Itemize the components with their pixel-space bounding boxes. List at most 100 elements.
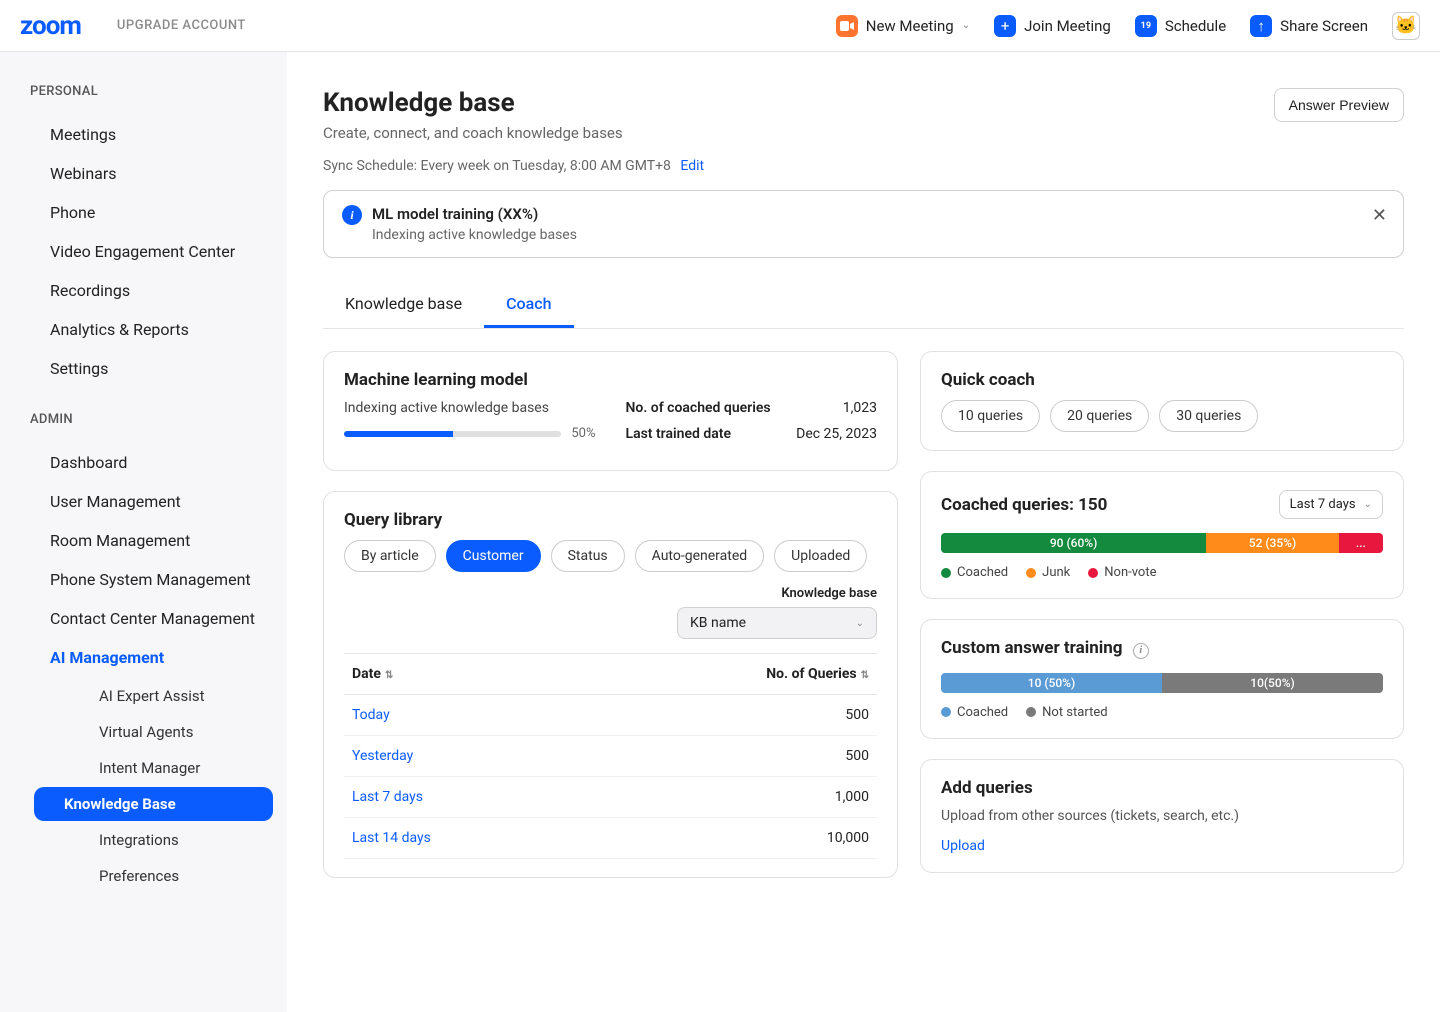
schedule-button[interactable]: 19 Schedule bbox=[1135, 15, 1226, 37]
sidebar-item-settings[interactable]: Settings bbox=[0, 349, 287, 388]
progress-pct: 50% bbox=[571, 426, 595, 441]
query-library-card: Query library By article Customer Status… bbox=[323, 491, 898, 878]
coached-stacked-bar: 90 (60%) 52 (35%) ... bbox=[941, 533, 1383, 553]
sidebar-item-video-engagement[interactable]: Video Engagement Center bbox=[0, 232, 287, 271]
answer-preview-button[interactable]: Answer Preview bbox=[1274, 88, 1404, 122]
chevron-down-icon: ⌄ bbox=[856, 618, 864, 629]
sidebar-subitem-integrations[interactable]: Integrations bbox=[34, 823, 273, 857]
seg-junk: 52 (35%) bbox=[1206, 533, 1339, 553]
sidebar-item-user-management[interactable]: User Management bbox=[0, 482, 287, 521]
chevron-down-icon: ⌄ bbox=[962, 20, 970, 31]
dot-icon bbox=[1026, 568, 1036, 578]
sidebar-subitem-ai-expert[interactable]: AI Expert Assist bbox=[34, 679, 273, 713]
custom-answer-card: Custom answer training i 10 (50%) 10(50%… bbox=[920, 619, 1404, 739]
sidebar-subitem-virtual-agents[interactable]: Virtual Agents bbox=[34, 715, 273, 749]
coached-queries-card: Coached queries: 150 Last 7 days ⌄ 90 (6… bbox=[920, 471, 1404, 599]
ml-card-title: Machine learning model bbox=[344, 370, 877, 390]
query-table: Date⇅ No. of Queries⇅ Today500 Yesterday… bbox=[344, 653, 877, 859]
share-screen-button[interactable]: ↑ Share Screen bbox=[1250, 15, 1368, 37]
filter-auto-generated[interactable]: Auto-generated bbox=[635, 540, 765, 572]
filter-status[interactable]: Status bbox=[551, 540, 625, 572]
sidebar-item-room-management[interactable]: Room Management bbox=[0, 521, 287, 560]
col-date[interactable]: Date⇅ bbox=[344, 654, 581, 695]
alert-sub: Indexing active knowledge bases bbox=[372, 227, 577, 243]
col-queries[interactable]: No. of Queries⇅ bbox=[581, 654, 877, 695]
query-lib-filters: By article Customer Status Auto-generate… bbox=[344, 540, 877, 572]
ml-model-card: Machine learning model Indexing active k… bbox=[323, 351, 898, 471]
upgrade-account-link[interactable]: UPGRADE ACCOUNT bbox=[117, 18, 246, 33]
dot-icon bbox=[1088, 568, 1098, 578]
table-row: Yesterday500 bbox=[344, 736, 877, 777]
up-arrow-icon: ↑ bbox=[1250, 15, 1272, 37]
sidebar-subitem-knowledge-base[interactable]: Knowledge Base bbox=[34, 787, 273, 821]
sidebar-section-personal: PERSONAL bbox=[0, 76, 287, 115]
row-date-link[interactable]: Last 14 days bbox=[352, 830, 431, 846]
seg-coached: 10 (50%) bbox=[941, 673, 1162, 693]
page-subtitle: Create, connect, and coach knowledge bas… bbox=[323, 124, 623, 142]
add-queries-card: Add queries Upload from other sources (t… bbox=[920, 759, 1404, 873]
info-icon[interactable]: i bbox=[1133, 643, 1149, 659]
custom-stacked-bar: 10 (50%) 10(50%) bbox=[941, 673, 1383, 693]
table-row: Today500 bbox=[344, 695, 877, 736]
sidebar-item-webinars[interactable]: Webinars bbox=[0, 154, 287, 193]
row-date-link[interactable]: Today bbox=[352, 707, 390, 723]
query-lib-title: Query library bbox=[344, 510, 877, 530]
topbar: zoom UPGRADE ACCOUNT New Meeting ⌄ + Joi… bbox=[0, 0, 1440, 52]
quick-coach-title: Quick coach bbox=[941, 370, 1383, 390]
row-date-link[interactable]: Yesterday bbox=[352, 748, 413, 764]
topbar-right: New Meeting ⌄ + Join Meeting 19 Schedule… bbox=[836, 12, 1420, 40]
new-meeting-button[interactable]: New Meeting ⌄ bbox=[836, 15, 970, 37]
row-date-link[interactable]: Last 7 days bbox=[352, 789, 423, 805]
coached-queries-title: Coached queries: 150 bbox=[941, 495, 1107, 515]
plus-icon: + bbox=[994, 15, 1016, 37]
custom-answer-title: Custom answer training i bbox=[941, 638, 1383, 659]
sync-schedule: Sync Schedule: Every week on Tuesday, 8:… bbox=[323, 158, 1404, 174]
filter-by-article[interactable]: By article bbox=[344, 540, 436, 572]
sidebar-item-ai-management[interactable]: AI Management bbox=[0, 638, 287, 677]
filter-customer[interactable]: Customer bbox=[446, 540, 541, 572]
quick-coach-20[interactable]: 20 queries bbox=[1050, 400, 1149, 432]
avatar[interactable]: 🐱 bbox=[1392, 12, 1420, 40]
sidebar-item-meetings[interactable]: Meetings bbox=[0, 115, 287, 154]
sort-icon: ⇅ bbox=[861, 670, 869, 681]
sidebar-item-analytics[interactable]: Analytics & Reports bbox=[0, 310, 287, 349]
kb-select[interactable]: KB name ⌄ bbox=[677, 607, 877, 639]
coached-legend: Coached Junk Non-vote bbox=[941, 565, 1383, 580]
sidebar-item-dashboard[interactable]: Dashboard bbox=[0, 443, 287, 482]
progress-bar bbox=[344, 431, 561, 437]
sidebar-item-phone[interactable]: Phone bbox=[0, 193, 287, 232]
seg-not-started: 10(50%) bbox=[1162, 673, 1383, 693]
main-content: Knowledge base Create, connect, and coac… bbox=[287, 52, 1440, 1012]
upload-link[interactable]: Upload bbox=[941, 838, 985, 854]
zoom-logo: zoom bbox=[20, 11, 81, 41]
sidebar-item-contact-center[interactable]: Contact Center Management bbox=[0, 599, 287, 638]
tabs: Knowledge base Coach bbox=[323, 282, 1404, 329]
tab-knowledge-base[interactable]: Knowledge base bbox=[323, 282, 484, 328]
info-icon: i bbox=[342, 205, 362, 225]
filter-uploaded[interactable]: Uploaded bbox=[774, 540, 867, 572]
kb-select-label: Knowledge base bbox=[781, 586, 877, 601]
calendar-icon: 19 bbox=[1135, 15, 1157, 37]
sidebar-subitem-preferences[interactable]: Preferences bbox=[34, 859, 273, 893]
quick-coach-30[interactable]: 30 queries bbox=[1159, 400, 1258, 432]
edit-sync-link[interactable]: Edit bbox=[680, 158, 704, 174]
sidebar-section-admin: ADMIN bbox=[0, 404, 287, 443]
add-queries-desc: Upload from other sources (tickets, sear… bbox=[941, 808, 1383, 824]
dot-icon bbox=[941, 707, 951, 717]
tab-coach[interactable]: Coach bbox=[484, 282, 573, 328]
seg-nonvote: ... bbox=[1339, 533, 1383, 553]
sidebar-subitem-intent-manager[interactable]: Intent Manager bbox=[34, 751, 273, 785]
ml-status: Indexing active knowledge bases bbox=[344, 400, 596, 416]
seg-coached: 90 (60%) bbox=[941, 533, 1206, 553]
custom-legend: Coached Not started bbox=[941, 705, 1383, 720]
chevron-down-icon: ⌄ bbox=[1364, 499, 1372, 510]
quick-coach-10[interactable]: 10 queries bbox=[941, 400, 1040, 432]
sidebar: PERSONAL Meetings Webinars Phone Video E… bbox=[0, 52, 287, 1012]
sidebar-item-recordings[interactable]: Recordings bbox=[0, 271, 287, 310]
range-select[interactable]: Last 7 days ⌄ bbox=[1279, 490, 1383, 519]
join-meeting-button[interactable]: + Join Meeting bbox=[994, 15, 1111, 37]
sidebar-item-phone-system[interactable]: Phone System Management bbox=[0, 560, 287, 599]
close-icon[interactable]: ✕ bbox=[1372, 205, 1387, 226]
add-queries-title: Add queries bbox=[941, 778, 1383, 798]
video-icon bbox=[836, 15, 858, 37]
